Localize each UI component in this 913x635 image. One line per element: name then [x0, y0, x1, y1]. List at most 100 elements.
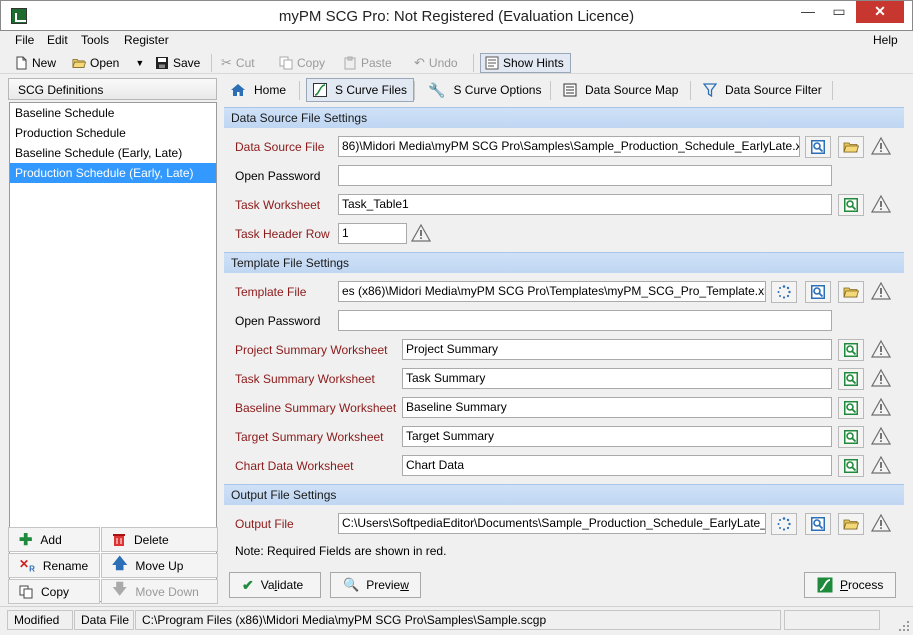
undo-label: Undo	[428, 56, 458, 70]
task-header-row-field[interactable]: 1	[338, 223, 407, 244]
open-label: Open	[90, 56, 120, 70]
copy-button[interactable]: Copy	[279, 53, 325, 73]
undo-button[interactable]: ↶ Undo	[414, 53, 458, 73]
tab-s-curve-files-label: S Curve Files	[335, 83, 408, 97]
copy-definition-button[interactable]: Copy	[8, 579, 100, 604]
project-summary-worksheet-label: Project Summary Worksheet	[235, 343, 388, 357]
chart-data-worksheet-label: Chart Data Worksheet	[235, 459, 354, 473]
new-button[interactable]: New	[14, 53, 56, 73]
status-panel	[784, 610, 880, 630]
warning-icon	[871, 194, 891, 214]
select-project-summary-button[interactable]	[838, 339, 864, 361]
spinner-icon	[776, 284, 792, 300]
browse-data-source-button[interactable]	[805, 136, 831, 158]
menu-edit[interactable]: Edit	[47, 33, 68, 47]
browse-template-button[interactable]	[805, 281, 831, 303]
scg-definition-item[interactable]: Production Schedule (Early, Late)	[10, 163, 216, 183]
project-summary-worksheet-field[interactable]: Project Summary	[402, 339, 832, 360]
scg-definition-item[interactable]: Production Schedule	[10, 123, 216, 143]
tab-s-curve-options[interactable]: 🔧 S Curve Options	[422, 78, 547, 102]
reset-template-button[interactable]	[771, 281, 797, 303]
tab-s-curve-files[interactable]: S Curve Files	[306, 78, 415, 102]
add-button[interactable]: ✚ Add	[8, 527, 100, 552]
hints-icon	[485, 56, 499, 70]
select-task-worksheet-button[interactable]	[838, 194, 864, 216]
baseline-summary-worksheet-field[interactable]: Baseline Summary	[402, 397, 832, 418]
status-bar: Modified Data File C:\Program Files (x86…	[0, 606, 913, 635]
preview-button[interactable]: 🔍 Preview	[330, 572, 421, 598]
preview-label: Preview	[366, 578, 409, 592]
open-dropdown-icon[interactable]: ▼	[135, 58, 144, 68]
data-file-status-label: Data File	[74, 610, 134, 630]
toolbar-divider	[211, 54, 212, 72]
data-source-section-header: Data Source File Settings	[224, 107, 904, 128]
cut-label: Cut	[235, 56, 255, 70]
data-source-file-field[interactable]: 86)\Midori Media\myPM SCG Pro\Samples\Sa…	[338, 136, 800, 157]
scg-definition-item[interactable]: Baseline Schedule	[10, 103, 216, 123]
task-worksheet-field[interactable]: Task_Table1	[338, 194, 832, 215]
reset-output-button[interactable]	[771, 513, 797, 535]
wrench-icon: 🔧	[428, 81, 446, 98]
delete-label: Delete	[134, 532, 169, 547]
menu-tools[interactable]: Tools	[81, 33, 109, 47]
required-fields-note: Note: Required Fields are shown in red.	[235, 544, 447, 558]
target-summary-worksheet-field[interactable]: Target Summary	[402, 426, 832, 447]
cut-button[interactable]: ✂ Cut	[221, 53, 255, 73]
open-button[interactable]: Open ▼	[72, 53, 144, 73]
data-file-path: C:\Program Files (x86)\Midori Media\myPM…	[135, 610, 781, 630]
template-file-field[interactable]: es (x86)\Midori Media\myPM SCG Pro\Templ…	[338, 281, 766, 302]
toolbar-divider	[473, 54, 474, 72]
tab-home[interactable]: Home	[224, 78, 292, 102]
select-task-summary-button[interactable]	[838, 368, 864, 390]
select-chart-data-button[interactable]	[838, 455, 864, 477]
checkmark-icon: ✔	[242, 576, 254, 593]
copy-icon	[279, 56, 293, 70]
browse-icon	[810, 284, 826, 300]
scg-definition-item[interactable]: Baseline Schedule (Early, Late)	[10, 143, 216, 163]
folder-icon	[843, 139, 859, 155]
template-password-field[interactable]	[338, 310, 832, 331]
sheet-browse-icon	[843, 342, 859, 358]
arrow-up-icon: 🡅	[112, 555, 128, 572]
save-button[interactable]: Save	[155, 53, 200, 73]
minimize-button[interactable]: —	[793, 1, 823, 23]
select-baseline-summary-button[interactable]	[838, 397, 864, 419]
tab-data-source-filter[interactable]: Data Source Filter	[697, 78, 828, 102]
rename-button[interactable]: ✕R Rename	[8, 553, 100, 578]
home-icon	[231, 84, 245, 96]
show-hints-button[interactable]: Show Hints	[480, 53, 571, 73]
menu-register[interactable]: Register	[124, 33, 169, 47]
output-file-field[interactable]: C:\Users\SoftpediaEditor\Documents\Sampl…	[338, 513, 766, 534]
copy-label: Copy	[297, 56, 326, 70]
tab-divider	[414, 81, 415, 100]
data-source-password-field[interactable]	[338, 165, 832, 186]
undo-icon: ↶	[414, 55, 425, 70]
process-button[interactable]: Process	[804, 572, 896, 598]
close-button[interactable]: ✕	[856, 1, 904, 23]
maximize-button[interactable]: ▭	[824, 1, 854, 23]
browse-output-button[interactable]	[805, 513, 831, 535]
open-data-source-folder-button[interactable]	[838, 136, 864, 158]
delete-button[interactable]: Delete	[101, 527, 218, 552]
open-template-folder-button[interactable]	[838, 281, 864, 303]
tab-data-source-map-label: Data Source Map	[585, 83, 679, 97]
task-summary-worksheet-field[interactable]: Task Summary	[402, 368, 832, 389]
template-password-label: Open Password	[235, 314, 321, 328]
task-header-row-label: Task Header Row	[235, 227, 330, 241]
output-section-header: Output File Settings	[224, 484, 904, 505]
scissors-icon: ✂	[221, 55, 232, 70]
select-target-summary-button[interactable]	[838, 426, 864, 448]
folder-icon	[843, 284, 859, 300]
paste-button[interactable]: Paste	[343, 53, 392, 73]
menu-file[interactable]: File	[15, 33, 34, 47]
move-down-button[interactable]: 🡇 Move Down	[101, 579, 218, 604]
chart-data-worksheet-field[interactable]: Chart Data	[402, 455, 832, 476]
tab-data-source-map[interactable]: Data Source Map	[557, 78, 684, 102]
menu-help[interactable]: Help	[873, 33, 898, 47]
baseline-summary-worksheet-label: Baseline Summary Worksheet	[235, 401, 397, 415]
open-output-folder-button[interactable]	[838, 513, 864, 535]
rename-icon: ✕R	[19, 557, 35, 574]
move-up-button[interactable]: 🡅 Move Up	[101, 553, 218, 578]
resize-grip-icon[interactable]	[898, 620, 910, 632]
validate-button[interactable]: ✔ Validate	[229, 572, 321, 598]
